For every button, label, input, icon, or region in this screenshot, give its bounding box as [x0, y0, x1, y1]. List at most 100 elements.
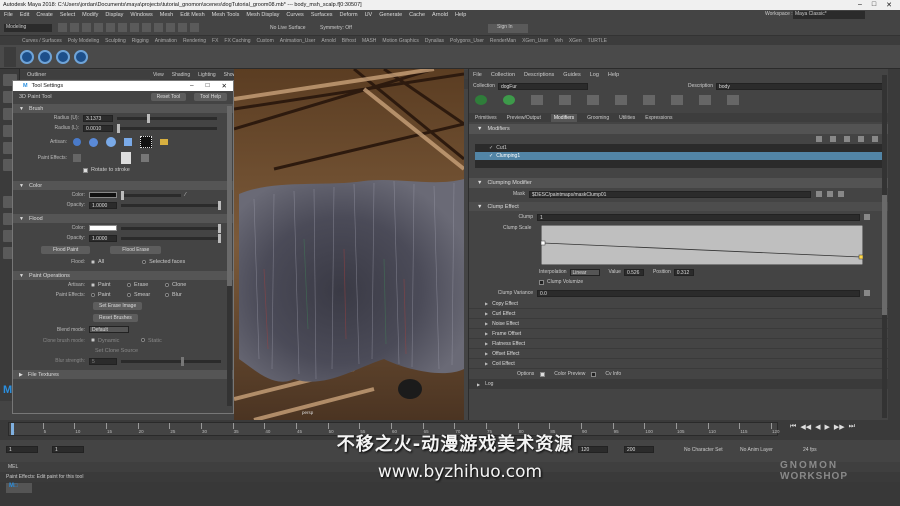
pfx-smear-radio[interactable]: Smear: [127, 292, 165, 298]
modifier-help-icon[interactable]: [872, 136, 878, 142]
clump-effect-header[interactable]: ▼ Clump Effect: [469, 202, 888, 211]
xgen-groom-icon[interactable]: [74, 50, 88, 64]
variance-expression-icon[interactable]: [864, 290, 870, 296]
xgen-menu-item[interactable]: Guides: [563, 72, 580, 78]
current-frame-field[interactable]: 1: [52, 446, 84, 453]
viewport-menu-item[interactable]: View: [153, 72, 164, 78]
menu-item[interactable]: Help: [455, 12, 466, 18]
menu-item[interactable]: Display: [105, 12, 123, 18]
modifiers-header[interactable]: ▼ Modifiers: [469, 124, 888, 134]
menu-item[interactable]: Windows: [130, 12, 152, 18]
effect-section-header[interactable]: Offset Effect: [469, 349, 888, 359]
guide-flip-icon[interactable]: [615, 95, 627, 105]
fps-select[interactable]: 24 fps: [803, 447, 817, 453]
blur-strength-slider[interactable]: [121, 356, 221, 366]
xgen-tab[interactable]: Utilities: [619, 115, 635, 121]
xgen-menu-item[interactable]: Help: [608, 72, 619, 78]
shelf-tab[interactable]: Rendering: [183, 38, 206, 44]
select-hierarchy-icon[interactable]: [118, 23, 127, 32]
xgen-menu-item[interactable]: File: [473, 72, 482, 78]
delete-modifier-icon[interactable]: [858, 136, 864, 142]
modifier-list-item[interactable]: ✓ Cut1: [475, 144, 882, 152]
shelf-tab[interactable]: Rigging: [132, 38, 149, 44]
select-object-icon[interactable]: [130, 23, 139, 32]
minimize-icon[interactable]: –: [858, 1, 862, 9]
folder-icon[interactable]: [160, 139, 168, 145]
radius-l-field[interactable]: 0.0010: [83, 124, 113, 132]
color-swatch[interactable]: [89, 192, 117, 198]
effect-section-header[interactable]: Curl Effect: [469, 309, 888, 319]
flood-opacity-field[interactable]: 1.0000: [89, 234, 117, 242]
new-scene-icon[interactable]: [58, 23, 67, 32]
menu-item[interactable]: Surfaces: [311, 12, 333, 18]
shelf-tab[interactable]: Animation: [155, 38, 177, 44]
go-to-end-icon[interactable]: ⏭: [849, 423, 855, 431]
shelf-tab[interactable]: XGen: [569, 38, 582, 44]
shelf-tab[interactable]: Curves / Surfaces: [22, 38, 62, 44]
menu-item[interactable]: Edit Mesh: [180, 12, 204, 18]
snap-curve-icon[interactable]: [166, 23, 175, 32]
effect-section-header[interactable]: Copy Effect: [469, 299, 888, 309]
create-primitives-icon[interactable]: [503, 95, 515, 105]
xgen-tab[interactable]: Primitives: [475, 115, 497, 121]
effect-section-header[interactable]: Flatness Effect: [469, 339, 888, 349]
reset-tool-button[interactable]: Reset Tool: [150, 92, 187, 101]
menu-item[interactable]: Curves: [286, 12, 303, 18]
viewport[interactable]: persp: [234, 69, 464, 420]
flood-color-slider[interactable]: [121, 223, 221, 233]
tool-settings-scrollbar[interactable]: [227, 106, 232, 406]
clear-preview-icon[interactable]: [727, 95, 739, 105]
effect-section-header[interactable]: Noise Effect: [469, 319, 888, 329]
shelf-tab[interactable]: Custom: [257, 38, 274, 44]
anim-layer-select[interactable]: No Anim Layer: [740, 447, 773, 453]
menu-item[interactable]: Mesh Tools: [212, 12, 240, 18]
workspace-select[interactable]: Maya Classic*: [793, 11, 865, 19]
clump-volumize-checkbox[interactable]: [539, 279, 544, 285]
eyedropper-icon[interactable]: ⁄: [185, 192, 186, 198]
clump-expression-icon[interactable]: [864, 214, 870, 220]
effect-section-header[interactable]: Frame Offset: [469, 329, 888, 339]
pfx-blur-radio[interactable]: Blur: [165, 292, 182, 298]
brush-soft-icon[interactable]: [73, 138, 81, 146]
description-select[interactable]: body: [715, 82, 886, 90]
mask-paint-icon[interactable]: [826, 191, 833, 197]
artisan-erase-radio[interactable]: Erase: [127, 282, 165, 288]
clump-scale-ramp[interactable]: [541, 225, 863, 265]
play-backward-icon[interactable]: ◀: [815, 423, 820, 431]
xgen-menu-item[interactable]: Log: [590, 72, 599, 78]
side-panel-tabs[interactable]: [888, 69, 900, 420]
menu-item[interactable]: Modify: [82, 12, 98, 18]
start-frame-field[interactable]: 1: [6, 446, 38, 453]
snap-point-icon[interactable]: [178, 23, 187, 32]
blur-strength-field[interactable]: 5: [89, 357, 117, 365]
undo-icon[interactable]: [94, 23, 103, 32]
color-preview-checkbox[interactable]: [540, 371, 546, 377]
shelf-tab[interactable]: RenderMan: [490, 38, 516, 44]
opacity-slider[interactable]: [121, 200, 221, 210]
set-clone-source-button[interactable]: Set Clone Source: [95, 348, 138, 354]
menu-item[interactable]: Deform: [340, 12, 358, 18]
brush-section-header[interactable]: ▼ Brush: [13, 104, 233, 113]
pfx-settings-icon[interactable]: [141, 154, 149, 162]
shelf-tab[interactable]: Dynalias: [425, 38, 444, 44]
log-section[interactable]: ▶ Log: [469, 379, 888, 389]
move-down-icon[interactable]: [844, 136, 850, 142]
xgen-tab[interactable]: Expressions: [645, 115, 672, 121]
maya-window-tab[interactable]: M□: [6, 483, 32, 493]
xgen-scrollbar[interactable]: [882, 75, 887, 418]
flood-color-swatch[interactable]: [89, 225, 117, 231]
modifier-list-item[interactable]: ✓ Clumping1: [475, 152, 882, 160]
flood-paint-button[interactable]: Flood Paint: [41, 246, 91, 254]
shelf-tab[interactable]: FX Caching: [224, 38, 250, 44]
file-textures-section-header[interactable]: ▶ File Textures: [13, 370, 233, 379]
playback-end-field[interactable]: 200: [624, 446, 654, 453]
flood-all-radio[interactable]: All: [91, 259, 104, 265]
mask-save-icon[interactable]: [837, 191, 844, 197]
add-modifier-icon[interactable]: [816, 136, 822, 142]
character-set-select[interactable]: No Character Set: [684, 447, 723, 453]
shelf-tab[interactable]: Veh: [554, 38, 563, 44]
move-up-icon[interactable]: [830, 136, 836, 142]
menu-item[interactable]: Arnold: [432, 12, 448, 18]
mode-select[interactable]: Modeling: [4, 24, 52, 32]
paint-ops-section-header[interactable]: ▼ Paint Operations: [13, 271, 233, 280]
